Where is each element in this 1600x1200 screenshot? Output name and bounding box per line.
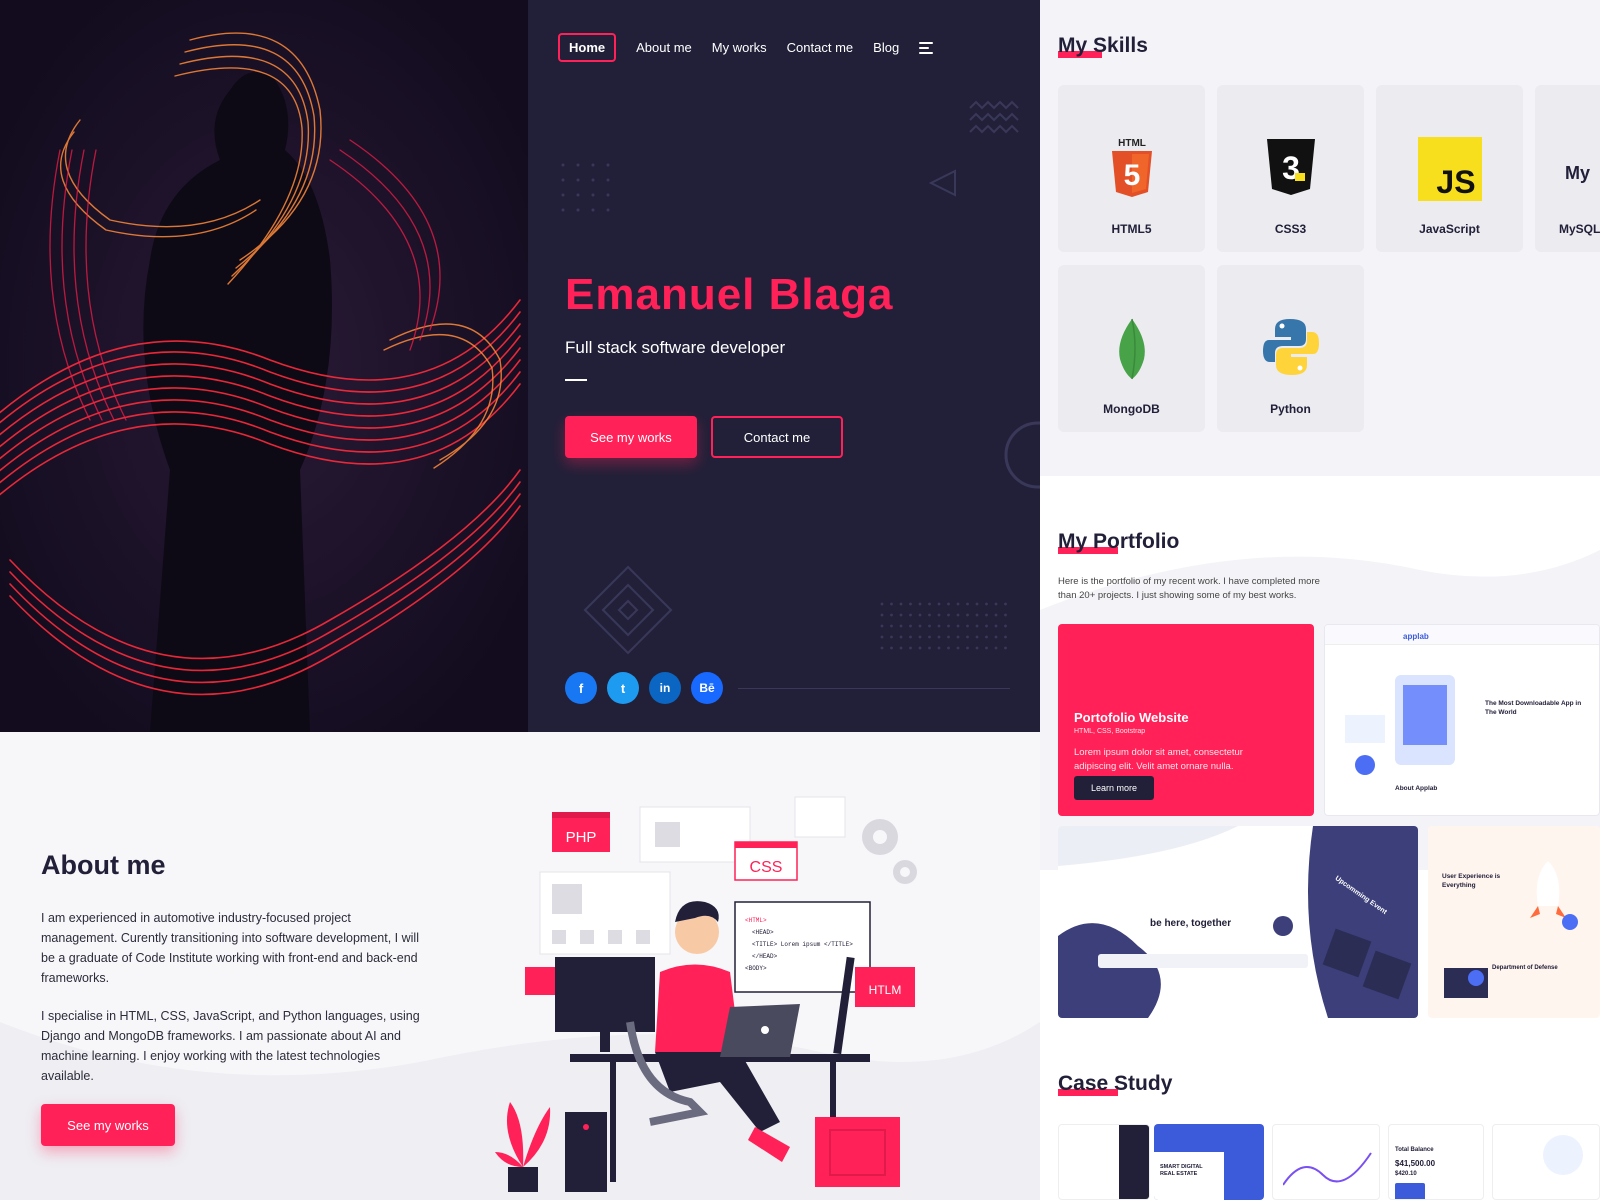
twitter-icon[interactable]: t: [607, 672, 639, 704]
svg-text:5: 5: [1123, 159, 1140, 192]
css3-icon: 3: [1266, 139, 1315, 195]
social-divider-line: [738, 688, 1010, 689]
hamburger-menu-icon[interactable]: [919, 41, 934, 54]
case-thumb-crypto[interactable]: [1272, 1124, 1380, 1200]
svg-text:JS: JS: [1436, 164, 1475, 200]
portfolio-title: My Portfolio: [1058, 530, 1180, 554]
mysql-icon: My: [1565, 163, 1590, 183]
nav-works[interactable]: My works: [712, 40, 767, 55]
svg-text:</HEAD>: </HEAD>: [752, 953, 778, 960]
line-chart-thumbnail: [1283, 1152, 1372, 1186]
skill-name: Python: [1270, 402, 1311, 416]
case-thumb-1[interactable]: [1058, 1124, 1150, 1200]
php-tag: PHP: [566, 829, 597, 846]
portfolio-intro: Here is the portfolio of my recent work.…: [1058, 576, 1320, 601]
skill-name: HTML5: [1111, 222, 1152, 236]
facebook-icon[interactable]: f: [565, 672, 597, 704]
nav-contact[interactable]: Contact me: [787, 40, 853, 55]
case-thumb-5[interactable]: [1492, 1124, 1600, 1200]
css-tag: CSS: [750, 859, 783, 876]
hero-photo: [0, 0, 528, 732]
skill-name: CSS3: [1274, 222, 1307, 236]
portfolio-thumb-community[interactable]: be here, together Upcomming Event: [1058, 826, 1418, 1018]
circle-decoration: [1004, 421, 1040, 489]
hero-divider: [565, 379, 587, 381]
diamond-decoration: [583, 565, 673, 655]
linkedin-icon[interactable]: in: [649, 672, 681, 704]
svg-text:My: My: [1565, 163, 1590, 183]
about-paragraph-1: I am experienced in automotive industry-…: [41, 911, 419, 985]
skill-card-javascript: JS JavaScript: [1376, 85, 1523, 252]
python-icon: [1262, 319, 1319, 375]
right-column: My Skills HTML 5 HTML5 3 CSS3 JS JavaScr…: [1040, 0, 1600, 1200]
wave-decoration: [969, 100, 1019, 134]
nav-about[interactable]: About me: [636, 40, 692, 55]
dot-grid-decoration: [880, 602, 1007, 650]
skill-card-python: Python: [1217, 265, 1364, 432]
mongodb-icon: [1118, 318, 1145, 380]
app-illustration: [1345, 675, 1455, 775]
svg-text:<BODY>: <BODY>: [745, 965, 767, 972]
svg-text:HTML: HTML: [1118, 138, 1146, 149]
skill-card-mysql: My MySQL: [1535, 85, 1600, 252]
html5-icon: HTML 5: [1111, 138, 1152, 197]
svg-text:<HEAD>: <HEAD>: [752, 929, 774, 936]
nav-blog[interactable]: Blog: [873, 40, 899, 55]
case-thumb-wallet[interactable]: Total Balance $41,500.00 $420.10: [1388, 1124, 1484, 1200]
light-painting-image: [0, 0, 528, 732]
nav-home[interactable]: Home: [558, 33, 617, 62]
about-see-my-works-button[interactable]: See my works: [41, 1104, 175, 1146]
portfolio-thumb-agency[interactable]: User Experience is Everything Department…: [1428, 826, 1600, 1018]
portfolio-featured-card[interactable]: Portofolio Website HTML, CSS, Bootstrap …: [1058, 624, 1314, 816]
featured-stack: HTML, CSS, Bootstrap: [1074, 728, 1146, 735]
hero-name: Emanuel Blaga: [565, 270, 894, 319]
hero-panel: Home About me My works Contact me Blog E…: [528, 0, 1040, 732]
portfolio-thumb-applab[interactable]: applab The Most Downloadable App in The …: [1324, 624, 1600, 816]
featured-title: Portofolio Website: [1074, 710, 1189, 725]
skill-card-css3: 3 CSS3: [1217, 85, 1364, 252]
hero-subtitle: Full stack software developer: [565, 338, 786, 357]
about-title: About me: [41, 850, 166, 880]
about-paragraph-2: I specialise in HTML, CSS, JavaScript, a…: [41, 1009, 420, 1083]
dots-decoration: [561, 163, 610, 212]
case-thumb-realestate[interactable]: SMART DIGITAL REAL ESTATE: [1154, 1124, 1264, 1200]
skill-name: MySQL: [1559, 222, 1600, 236]
about-section: About me I am experienced in automotive …: [0, 732, 1040, 1200]
main-nav: Home About me My works Contact me Blog: [558, 33, 934, 62]
monitor-illustration: [1444, 968, 1488, 998]
skill-name: JavaScript: [1419, 222, 1480, 236]
triangle-decoration: [928, 169, 956, 197]
skills-title: My Skills: [1058, 34, 1148, 58]
skill-card-html5: HTML 5 HTML5: [1058, 85, 1205, 252]
javascript-icon: JS: [1417, 137, 1482, 201]
svg-text:<TITLE> Lorem ipsum </TITLE>: <TITLE> Lorem ipsum </TITLE>: [752, 941, 853, 948]
rocket-illustration: [1530, 861, 1578, 930]
behance-icon[interactable]: Bē: [691, 672, 723, 704]
htlm-tag: HTLM: [869, 983, 902, 997]
contact-me-button[interactable]: Contact me: [711, 416, 843, 458]
svg-text:<HTML>: <HTML>: [745, 917, 767, 924]
featured-description: Lorem ipsum dolor sit amet, consectetur …: [1074, 747, 1243, 772]
developer-illustration: PHP CSS <HTML> <HEAD> <TITLE> Lorem ipsu…: [490, 772, 940, 1200]
see-my-works-button[interactable]: See my works: [565, 416, 697, 458]
social-links: f t in Bē: [565, 672, 723, 704]
skill-name: MongoDB: [1103, 402, 1160, 416]
skill-card-mongodb: MongoDB: [1058, 265, 1205, 432]
case-study-title: Case Study: [1058, 1072, 1173, 1096]
learn-more-button[interactable]: Learn more: [1074, 776, 1154, 800]
